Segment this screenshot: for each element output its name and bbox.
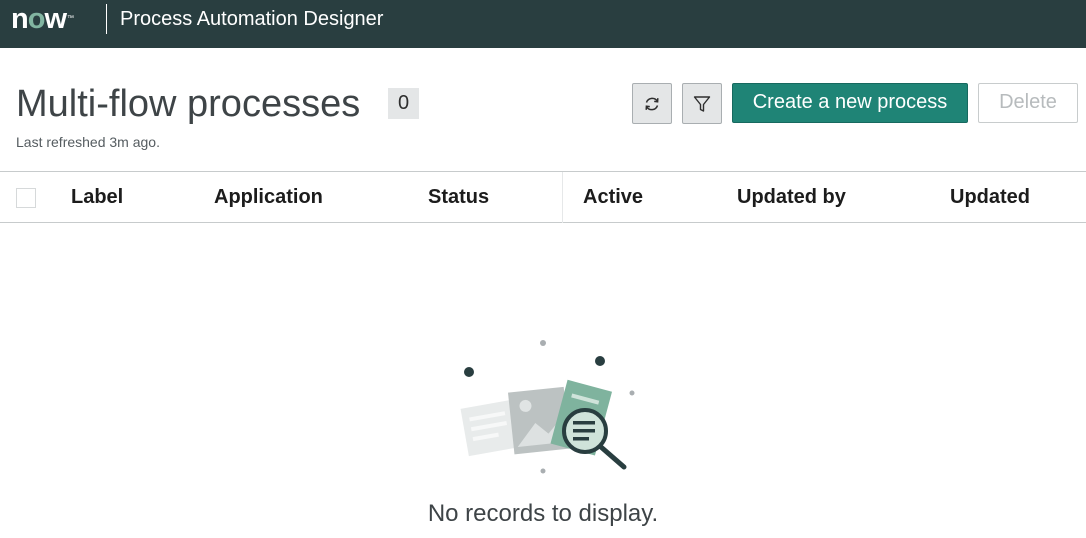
top-bar: now™ Process Automation Designer bbox=[0, 0, 1086, 48]
column-header-status[interactable]: Status bbox=[428, 186, 489, 208]
column-header-updated[interactable]: Updated bbox=[950, 186, 1030, 208]
column-header-active[interactable]: Active bbox=[583, 186, 643, 208]
filter-icon bbox=[693, 95, 711, 112]
empty-search-illustration bbox=[460, 340, 635, 474]
column-header-application[interactable]: Application bbox=[214, 186, 323, 208]
create-process-button[interactable]: Create a new process bbox=[732, 83, 968, 123]
last-refreshed-text: Last refreshed 3m ago. bbox=[16, 134, 160, 150]
app-title: Process Automation Designer bbox=[120, 8, 384, 30]
column-header-updated-by[interactable]: Updated by bbox=[737, 186, 846, 208]
page-title: Multi-flow processes bbox=[16, 83, 361, 125]
delete-button[interactable]: Delete bbox=[978, 83, 1078, 123]
header-divider bbox=[106, 4, 107, 34]
filter-button[interactable] bbox=[682, 83, 722, 124]
empty-state-message: No records to display. bbox=[427, 500, 659, 527]
refresh-icon bbox=[645, 97, 659, 110]
select-all-checkbox[interactable] bbox=[16, 188, 36, 208]
column-divider bbox=[562, 172, 563, 223]
record-count-badge: 0 bbox=[388, 88, 419, 119]
refresh-button[interactable] bbox=[632, 83, 672, 124]
servicenow-logo[interactable]: now™ bbox=[11, 4, 74, 34]
column-header-label[interactable]: Label bbox=[71, 186, 123, 208]
table-header: Label Application Status Active Updated … bbox=[0, 171, 1086, 223]
